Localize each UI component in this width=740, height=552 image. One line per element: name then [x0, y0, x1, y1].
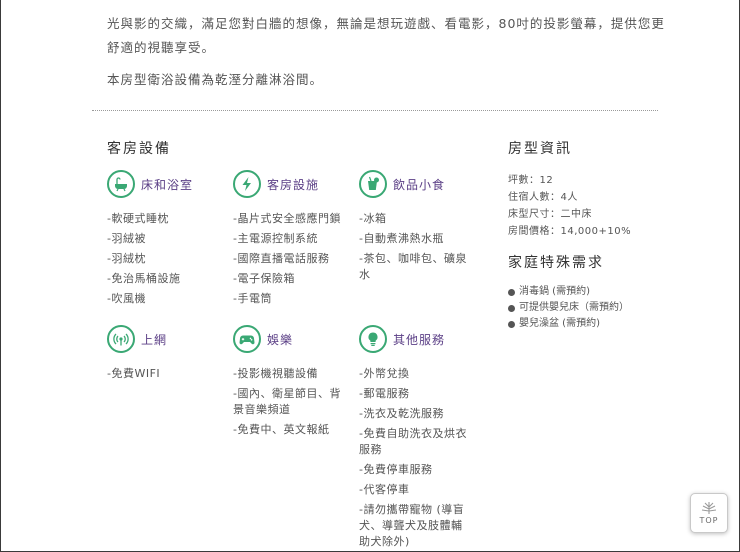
list-item: -免治馬桶設施	[107, 272, 181, 285]
category-other-services: 其他服務 -外幣兌換 -郵電服務 -洗衣及乾洗服務 -免費自助洗衣及烘衣服務 -…	[359, 324, 471, 552]
room-info-title: 房型資訊	[508, 141, 572, 157]
room-info-list: 坪數：12 住宿人數：4人 床型尺寸：二中床 房間價格：14,000+10%	[508, 172, 631, 240]
lightning-icon	[233, 170, 261, 198]
list-item: -電子保險箱	[233, 272, 295, 285]
category-label: 客房設施	[267, 177, 320, 192]
category-drinks: 飲品小食 -冰箱 -自動煮沸熱水瓶 -茶包、咖啡包、礦泉水	[359, 169, 469, 287]
list-item: -吹風機	[107, 292, 146, 305]
bullet-icon	[508, 288, 515, 296]
category-label: 飲品小食	[393, 177, 446, 192]
list-item: -晶片式安全感應門鎖	[233, 212, 341, 225]
family-needs-title: 家庭特殊需求	[508, 255, 604, 271]
list-item: -外幣兌換	[359, 367, 410, 380]
bullet-icon	[508, 320, 515, 328]
list-item: -自動煮沸熱水瓶	[359, 232, 444, 245]
list-item: -代客停車	[359, 483, 410, 496]
list-item: -羽絨被	[107, 232, 146, 245]
top-label: TOP	[699, 516, 719, 525]
facilities-title: 客房設備	[107, 141, 171, 157]
drink-icon	[359, 170, 387, 198]
family-needs-list: 消毒鍋 (需預約) 可提供嬰兒床（需預約） 嬰兒澡盆 (需預約)	[508, 284, 629, 332]
wifi-icon	[107, 325, 135, 353]
bathtub-icon	[107, 170, 135, 198]
list-item: -免費自助洗衣及烘衣服務	[359, 427, 467, 456]
list-item: -郵電服務	[359, 387, 410, 400]
bullet-icon	[508, 304, 515, 312]
lightbulb-icon	[359, 325, 387, 353]
leaf-icon	[701, 502, 717, 514]
category-label: 其他服務	[393, 332, 446, 347]
list-item: -洗衣及乾洗服務	[359, 407, 444, 420]
intro-paragraph-projector: 光與影的交織，滿足您對白牆的想像，無論是想玩遊戲、看電影，80吋的投影螢幕，提供…	[107, 16, 665, 55]
back-to-top-button[interactable]: TOP	[690, 493, 728, 533]
list-item: -軟硬式睡枕	[107, 212, 169, 225]
list-item: -手電筒	[233, 292, 272, 305]
list-item: -免費停車服務	[359, 463, 433, 476]
bed-type: 床型尺寸：二中床	[508, 209, 592, 220]
room-size: 坪數：12	[508, 175, 554, 186]
list-item: -投影機視聽設備	[233, 367, 318, 380]
category-room-facilities: 客房設施 -晶片式安全感應門鎖 -主電源控制系統 -國際直播電話服務 -電子保險…	[233, 169, 353, 311]
room-capacity: 住宿人數：4人	[508, 192, 578, 203]
list-item: -羽絨枕	[107, 252, 146, 265]
category-entertainment: 娛樂 -投影機視聽設備 -國內、衛星節目、背景音樂頻道 -免費中、英文報紙	[233, 324, 345, 442]
list-item: -茶包、咖啡包、礦泉水	[359, 252, 467, 281]
gamepad-icon	[233, 325, 261, 353]
list-item: -免費中、英文報紙	[233, 423, 330, 436]
category-label: 床和浴室	[141, 177, 194, 192]
category-label: 上網	[141, 332, 168, 347]
list-item: -主電源控制系統	[233, 232, 318, 245]
dotted-divider	[92, 110, 658, 111]
category-bath: 床和浴室 -軟硬式睡枕 -羽絨被 -羽絨枕 -免治馬桶設施 -吹風機	[107, 169, 225, 311]
list-item: -冰箱	[359, 212, 387, 225]
category-internet: 上網 -免費WIFI	[107, 324, 225, 386]
intro-paragraph-bathroom: 本房型衛浴設備為乾溼分離淋浴間。	[107, 72, 324, 87]
room-intro: 光與影的交織，滿足您對白牆的想像，無論是想玩遊戲、看電影，80吋的投影螢幕，提供…	[107, 12, 667, 100]
list-item: -請勿攜帶寵物 (導盲犬、導聾犬及肢體輔助犬除外)	[359, 503, 465, 548]
room-price: 房間價格：14,000+10%	[508, 226, 632, 237]
list-item: 消毒鍋 (需預約)	[508, 284, 629, 300]
list-item: 嬰兒澡盆 (需預約)	[508, 316, 629, 332]
list-item: -免費WIFI	[107, 367, 161, 380]
list-item: -國際直播電話服務	[233, 252, 330, 265]
list-item: 可提供嬰兒床（需預約）	[508, 300, 629, 316]
list-item: -國內、衛星節目、背景音樂頻道	[233, 387, 341, 416]
category-label: 娛樂	[267, 332, 294, 347]
